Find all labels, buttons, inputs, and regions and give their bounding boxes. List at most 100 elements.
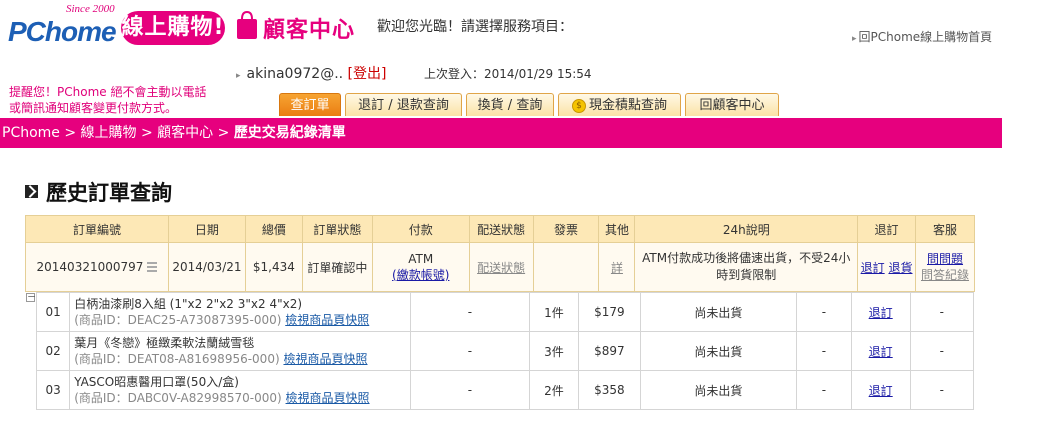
table-row: 01 白柄油漆刷8入組 (1"x2 2"x2 3"x2 4"x2) (商品ID：D… xyxy=(35,292,975,332)
breadcrumb-current: 歷史交易紀錄清單 xyxy=(233,125,346,141)
header-status: 訂單狀態 xyxy=(301,215,373,243)
item-price: $897 xyxy=(578,331,641,371)
logout-link[interactable]: [登出] xyxy=(348,66,387,82)
page-title: 歷史訂單查詢 xyxy=(46,181,172,205)
menu-icon[interactable] xyxy=(147,260,158,274)
item-col-blank-2: - xyxy=(796,292,852,332)
view-snapshot-link[interactable]: 檢視商品頁快照 xyxy=(283,352,367,366)
cancel-order-link[interactable]: 退訂 xyxy=(861,261,885,275)
breadcrumb-path[interactable]: PChome > 線上購物 > 顧客中心 > xyxy=(0,125,234,141)
section-arrow-icon xyxy=(25,185,38,198)
item-name: 白柄油漆刷8入組 (1"x2 2"x2 3"x2 4"x2) xyxy=(74,297,303,311)
order-other-cell: 詳 xyxy=(598,242,636,292)
security-notice: 提醒您！PChome 絕不會主動以電話 或簡訊通知顧客變更付款方式。 xyxy=(9,84,206,116)
order-total: $1,434 xyxy=(244,242,303,292)
item-ship-status: 尚未出貨 xyxy=(639,370,798,410)
tab-cash-points[interactable]: $ 現金積點查詢 xyxy=(558,93,681,116)
order-date: 2014/03/21 xyxy=(167,242,246,292)
order-service-cell: 問問題 問答紀錄 xyxy=(915,242,975,292)
item-cancel-link[interactable]: 退訂 xyxy=(869,345,893,359)
item-cancel-link[interactable]: 退訂 xyxy=(869,306,893,320)
header-order-id: 訂單編號 xyxy=(25,215,169,243)
item-col-blank-3: - xyxy=(909,292,975,332)
return-order-link[interactable]: 退貨 xyxy=(888,261,912,275)
item-name-cell: 白柄油漆刷8入組 (1"x2 2"x2 3"x2 4"x2) (商品ID：DEAC… xyxy=(69,292,412,332)
order-table-header: 訂單編號 日期 總價 訂單狀態 付款 配送狀態 發票 其他 24h說明 退訂 客… xyxy=(25,215,975,243)
item-no: 02 xyxy=(35,331,71,371)
header-service: 客服 xyxy=(915,215,975,243)
item-product-id: (商品ID：DEAC25-A73087395-000) xyxy=(74,313,282,327)
item-name: YASCO昭惠醫用口罩(50入/盒) xyxy=(74,375,239,389)
items-table: 01 白柄油漆刷8入組 (1"x2 2"x2 3"x2 4"x2) (商品ID：D… xyxy=(35,292,975,410)
tab-order-query[interactable]: 查訂單 xyxy=(279,93,341,116)
tab-cash-points-label: 現金積點查詢 xyxy=(588,98,667,113)
view-snapshot-link[interactable]: 檢視商品頁快照 xyxy=(285,313,369,327)
order-id-cell: 20140321000797 xyxy=(25,242,169,292)
welcome-text: 歡迎您光臨！請選擇服務項目： xyxy=(377,19,573,35)
order-24h-note: ATM付款成功後將儘速出貨，不受24小時到貨限制 xyxy=(634,242,859,292)
home-link[interactable]: ▸ 回PChome線上購物首頁 xyxy=(852,28,992,45)
item-product-id: (商品ID：DABC0V-A82998570-000) xyxy=(74,391,282,405)
logo-since-text: Since 2000 xyxy=(66,3,115,15)
item-product-id: (商品ID：DEAT08-A81698956-000) xyxy=(74,352,280,366)
table-row: 02 葉月《冬戀》極緻柔軟法蘭絨雪毯 (商品ID：DEAT08-A81698956… xyxy=(35,331,975,371)
item-name-cell: YASCO昭惠醫用口罩(50入/盒) (商品ID：DABC0V-A82998570… xyxy=(69,370,412,410)
view-snapshot-link[interactable]: 檢視商品頁快照 xyxy=(286,391,370,405)
order-invoice xyxy=(532,242,600,292)
ask-question-link[interactable]: 問問題 xyxy=(916,251,974,267)
item-col-blank: - xyxy=(410,370,530,410)
header-payment: 付款 xyxy=(371,215,470,243)
item-name-cell: 葉月《冬戀》極緻柔軟法蘭絨雪毯 (商品ID：DEAT08-A81698956-00… xyxy=(69,331,412,371)
item-ship-status: 尚未出貨 xyxy=(639,292,798,332)
home-link-label: 回PChome線上購物首頁 xyxy=(858,30,993,44)
payment-account-link[interactable]: (繳款帳號) xyxy=(373,266,469,283)
order-id: 20140321000797 xyxy=(36,259,144,274)
arrow-right-icon: ▸ xyxy=(852,34,857,44)
order-payment: ATM (繳款帳號) xyxy=(371,242,470,292)
details-link[interactable]: 詳 xyxy=(611,261,623,275)
item-col-blank-2: - xyxy=(796,331,852,371)
notice-line-1: 提醒您！PChome 絕不會主動以電話 xyxy=(9,85,207,99)
item-col-blank: - xyxy=(410,292,530,332)
header-24h-note: 24h說明 xyxy=(634,215,859,243)
order-delivery-cell: 配送狀態 xyxy=(468,242,534,292)
tab-cancel-refund[interactable]: 退訂 / 退款查詢 xyxy=(345,93,462,116)
item-cancel-link[interactable]: 退訂 xyxy=(869,384,893,398)
bullet-icon: ▸ xyxy=(236,71,241,81)
customer-center-title: 顧客中心 xyxy=(263,18,356,43)
item-price: $358 xyxy=(578,370,641,410)
collapse-icon[interactable]: － xyxy=(26,293,36,303)
header-other: 其他 xyxy=(598,215,636,243)
item-ship-status: 尚未出貨 xyxy=(639,331,798,371)
online-shopping-badge[interactable]: 線上購物! xyxy=(121,11,225,45)
item-qty: 3件 xyxy=(528,331,580,371)
header-cancel: 退訂 xyxy=(857,215,917,243)
item-no: 03 xyxy=(35,370,71,410)
last-login: 上次登入：2014/01/29 15:54 xyxy=(424,67,592,81)
username: akina0972@.. xyxy=(246,66,344,82)
item-qty: 2件 xyxy=(528,370,580,410)
qa-record-link[interactable]: 問答紀錄 xyxy=(916,267,974,283)
order-status: 訂單確認中 xyxy=(301,242,373,292)
pchome-logo[interactable]: PChome xyxy=(8,16,117,48)
payment-method: ATM xyxy=(408,251,434,266)
item-cancel-cell: 退訂 xyxy=(850,292,911,332)
tab-exchange[interactable]: 換貨 / 查詢 xyxy=(466,93,554,116)
order-row: 20140321000797 2014/03/21 $1,434 訂單確認中 A… xyxy=(25,242,975,292)
item-qty: 1件 xyxy=(528,292,580,332)
coin-icon: $ xyxy=(571,98,586,113)
header-date: 日期 xyxy=(167,215,246,243)
item-name: 葉月《冬戀》極緻柔軟法蘭絨雪毯 xyxy=(74,336,255,350)
breadcrumb: PChome > 線上購物 > 顧客中心 > 歷史交易紀錄清單 xyxy=(0,118,1002,148)
item-col-blank-3: - xyxy=(909,370,975,410)
shopping-bag-icon xyxy=(237,10,257,39)
header-invoice: 發票 xyxy=(532,215,600,243)
delivery-status-link[interactable]: 配送狀態 xyxy=(477,261,525,275)
item-price: $179 xyxy=(578,292,641,332)
header-delivery: 配送狀態 xyxy=(468,215,534,243)
tab-back-to-center[interactable]: 回顧客中心 xyxy=(685,93,779,116)
user-info: ▸ akina0972@.. [登出] xyxy=(236,63,386,83)
item-col-blank-2: - xyxy=(796,370,852,410)
table-row: 03 YASCO昭惠醫用口罩(50入/盒) (商品ID：DABC0V-A82998… xyxy=(35,370,975,410)
item-col-blank: - xyxy=(410,331,530,371)
